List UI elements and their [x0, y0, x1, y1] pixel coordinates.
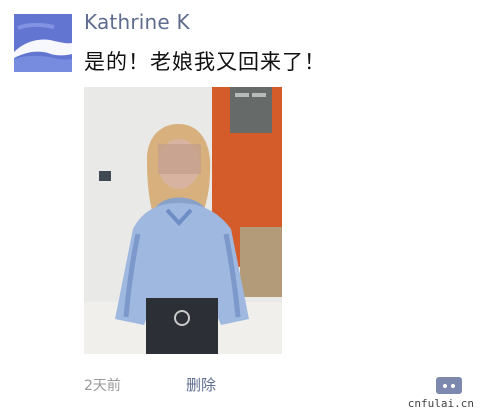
- post-photo[interactable]: [84, 87, 282, 354]
- post-text: 是的！老娘我又回来了！: [84, 50, 326, 74]
- avatar[interactable]: [14, 14, 72, 72]
- avatar-image: [14, 14, 72, 72]
- post-time: 2天前: [84, 378, 121, 394]
- username[interactable]: Kathrine K: [84, 10, 190, 34]
- photo-image: [84, 87, 282, 354]
- moments-post: Kathrine K 是的！老娘我又回来了！ 2天前 删除 cnfulai.cn: [0, 0, 480, 414]
- delete-link[interactable]: 删除: [186, 374, 216, 395]
- watermark: cnfulai.cn: [407, 397, 474, 410]
- comment-bubble-icon[interactable]: [436, 377, 462, 394]
